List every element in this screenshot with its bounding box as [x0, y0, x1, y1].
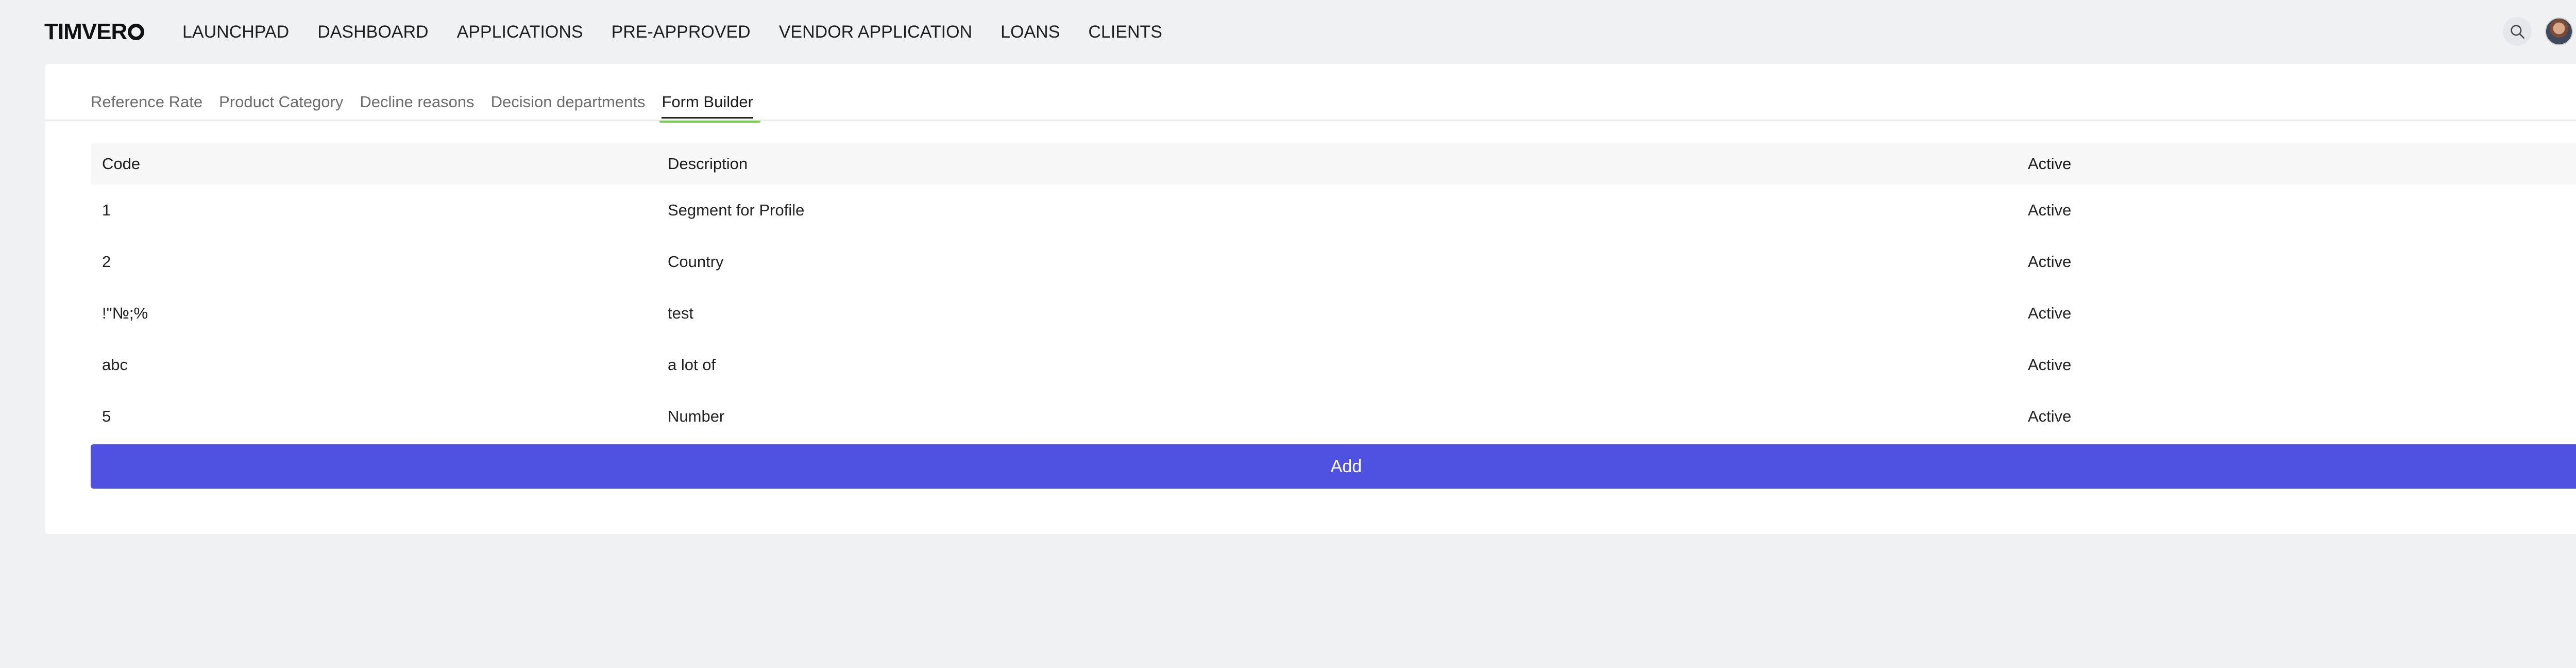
tab-decline-reasons[interactable]: Decline reasons	[360, 91, 474, 122]
avatar[interactable]	[2545, 18, 2573, 45]
logo[interactable]: TIMVER	[44, 19, 145, 44]
content-card: Reference Rate Product Category Decline …	[45, 64, 2576, 534]
form-builder-table: Code Description Active 1 Segment for Pr…	[91, 143, 2576, 442]
cell-description: a lot of	[668, 356, 716, 374]
cell-code: !"№;%	[102, 304, 148, 322]
logo-o-mark	[128, 24, 145, 40]
table-row[interactable]: !"№;% test Active	[91, 288, 2576, 339]
column-header-active[interactable]: Active	[2028, 155, 2576, 173]
active-tab-indicator	[662, 117, 753, 119]
main-nav: LAUNCHPAD DASHBOARD APPLICATIONS PRE-APP…	[182, 20, 1191, 44]
user-menu[interactable]	[2545, 15, 2576, 47]
cell-code: 2	[102, 253, 111, 271]
table-row[interactable]: 5 Number Active	[91, 391, 2576, 442]
nav-item-applications[interactable]: APPLICATIONS	[457, 22, 583, 42]
nav-item-loans[interactable]: LOANS	[1001, 22, 1060, 42]
tab-decision-departments[interactable]: Decision departments	[491, 91, 646, 122]
nav-item-launchpad[interactable]: LAUNCHPAD	[182, 22, 289, 42]
cell-code: 5	[102, 407, 111, 425]
cell-active: Active	[2028, 356, 2072, 374]
settings-tabs: Reference Rate Product Category Decline …	[91, 91, 770, 123]
tab-form-builder-label: Form Builder	[662, 93, 753, 111]
table-row[interactable]: 2 Country Active	[91, 236, 2576, 288]
cell-active: Active	[2028, 253, 2072, 271]
cell-description: Number	[668, 407, 725, 425]
tab-reference-rate[interactable]: Reference Rate	[91, 91, 202, 122]
logo-text: TIMVER	[44, 19, 127, 44]
column-header-code[interactable]: Code	[91, 155, 668, 173]
column-header-description[interactable]: Description	[668, 155, 2028, 173]
cell-code: 1	[102, 201, 111, 219]
tabs-divider	[45, 120, 2576, 121]
cell-active: Active	[2028, 201, 2072, 219]
nav-item-dashboard[interactable]: DASHBOARD	[317, 22, 428, 42]
tab-form-builder[interactable]: Form Builder	[659, 91, 761, 123]
nav-item-pre-approved[interactable]: PRE-APPROVED	[612, 22, 751, 42]
cell-active: Active	[2028, 304, 2072, 322]
table-header: Code Description Active	[91, 143, 2576, 185]
table-row[interactable]: abc a lot of Active	[91, 339, 2576, 391]
add-button[interactable]: Add	[91, 444, 2576, 489]
search-button[interactable]	[2503, 17, 2532, 46]
cell-code: abc	[102, 356, 128, 374]
tab-product-category[interactable]: Product Category	[219, 91, 343, 122]
cell-active: Active	[2028, 407, 2072, 425]
table-row[interactable]: 1 Segment for Profile Active	[91, 185, 2576, 236]
search-icon	[2511, 25, 2525, 39]
cell-description: test	[668, 304, 693, 322]
cell-description: Country	[668, 253, 724, 271]
nav-item-clients[interactable]: CLIENTS	[1088, 22, 1162, 42]
top-navigation-bar: TIMVER LAUNCHPAD DASHBOARD APPLICATIONS …	[0, 0, 2576, 64]
nav-item-vendor-application[interactable]: VENDOR APPLICATION	[779, 22, 972, 42]
cell-description: Segment for Profile	[668, 201, 805, 219]
